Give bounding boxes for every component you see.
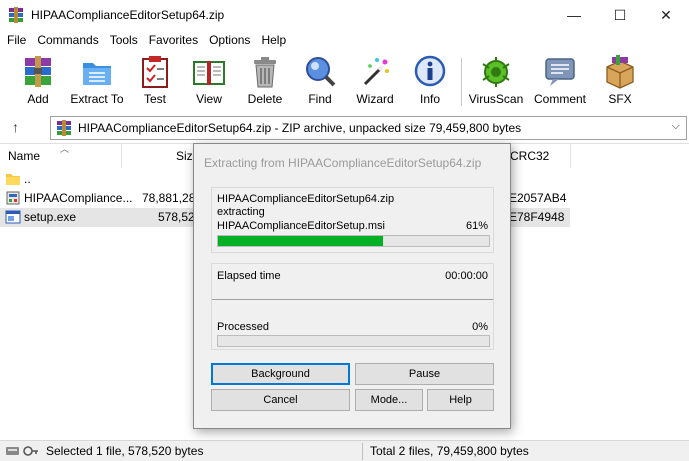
minimize-button[interactable]: — (551, 0, 597, 30)
add-button[interactable]: Add (19, 54, 57, 110)
file-percent: 61% (465, 220, 488, 232)
extraction-dialog: Extracting from HIPAAComplianceEditorSet… (193, 143, 511, 429)
maximize-button[interactable]: ☐ (597, 0, 643, 30)
status-bar: Selected 1 file, 578,520 bytes Total 2 f… (0, 440, 689, 461)
processed-label: Processed (217, 321, 269, 333)
comment-bubble-icon (545, 58, 575, 86)
delete-label: Delete (247, 92, 283, 106)
column-separator[interactable] (570, 144, 571, 168)
column-header-name[interactable]: Name (2, 144, 120, 168)
file-progress-group: HIPAAComplianceEditorSetup64.zip extract… (211, 187, 494, 253)
menu-commands[interactable]: Commands (33, 33, 102, 47)
up-folder-icon[interactable]: ↑ (12, 119, 19, 135)
menu-options[interactable]: Options (205, 33, 254, 47)
folder-up-icon (6, 174, 20, 185)
virusscan-button[interactable]: VirusScan (468, 54, 524, 110)
info-label: Info (419, 92, 440, 106)
delete-button[interactable]: Delete (246, 54, 284, 110)
checklist-icon (142, 56, 168, 88)
test-button[interactable]: Test (137, 54, 173, 110)
sfx-box-icon (606, 55, 634, 89)
virus-bug-icon (482, 57, 510, 87)
archive-icon (57, 120, 71, 136)
window-title: HIPAAComplianceEditorSetup64.zip (31, 8, 225, 22)
test-label: Test (143, 92, 166, 106)
info-icon (414, 55, 446, 87)
address-row: ↑ HIPAAComplianceEditorSetup64.zip - ZIP… (0, 113, 689, 143)
menu-bar: File Commands Tools Favorites Options He… (0, 30, 689, 50)
dialog-title: Extracting from HIPAAComplianceEditorSet… (204, 156, 482, 170)
sfx-label: SFX (608, 92, 632, 106)
stats-group: Elapsed time 00:00:00 Processed 0% (211, 263, 494, 350)
magic-wand-icon (363, 58, 389, 86)
file-progress-fill (218, 236, 384, 246)
menu-tools[interactable]: Tools (106, 33, 142, 47)
status-drive-key-icon (6, 446, 38, 456)
menu-favorites[interactable]: Favorites (145, 33, 202, 47)
minimize-icon: — (567, 7, 581, 23)
comment-label: Comment (533, 92, 586, 106)
wizard-button[interactable]: Wizard (355, 54, 395, 110)
toolbar: Add Extract To Test View Delete Find Wiz… (0, 50, 689, 112)
sfx-button[interactable]: SFX (600, 54, 640, 110)
processed-percent: 0% (472, 321, 488, 333)
stats-divider (212, 299, 493, 300)
total-progress-bar (217, 335, 490, 347)
column-name-label: Name (8, 149, 41, 163)
extract-to-button[interactable]: Extract To (70, 54, 124, 110)
extract-to-label: Extract To (70, 92, 124, 106)
archive-name: HIPAAComplianceEditorSetup64.zip (217, 193, 395, 205)
menu-file[interactable]: File (3, 33, 30, 47)
column-separator[interactable] (121, 144, 122, 168)
folder-icon (83, 63, 111, 85)
file-name: HIPAACompliance... (24, 191, 133, 205)
book-icon (193, 61, 225, 85)
installer-icon (6, 191, 20, 205)
help-button[interactable]: Help (427, 389, 494, 411)
elapsed-label: Elapsed time (217, 270, 281, 282)
status-separator (362, 443, 363, 460)
info-button[interactable]: Info (413, 54, 447, 110)
trash-icon (254, 57, 276, 88)
find-label: Find (308, 92, 332, 106)
menu-help[interactable]: Help (257, 33, 290, 47)
background-button[interactable]: Background (211, 363, 350, 385)
elapsed-value: 00:00:00 (445, 270, 488, 282)
pause-button[interactable]: Pause (355, 363, 494, 385)
add-label: Add (27, 92, 49, 106)
toolbar-separator (461, 58, 462, 106)
wizard-label: Wizard (356, 92, 394, 106)
comment-button[interactable]: Comment (533, 54, 587, 110)
magnifier-icon (306, 57, 336, 87)
column-header-crc32[interactable]: CRC32 (504, 144, 570, 168)
current-file-name: HIPAAComplianceEditorSetup.msi (217, 220, 385, 232)
cancel-button[interactable]: Cancel (211, 389, 350, 411)
exe-icon (5, 210, 21, 224)
close-icon: ✕ (660, 6, 672, 23)
title-bar: HIPAAComplianceEditorSetup64.zip — ☐ ✕ (0, 0, 689, 30)
find-button[interactable]: Find (302, 54, 338, 110)
file-progress-bar (217, 235, 490, 247)
books-archive-icon (25, 56, 51, 87)
file-name: setup.exe (24, 210, 77, 224)
file-crc: E78F4948 (509, 210, 565, 224)
mode-button[interactable]: Mode... (355, 389, 423, 411)
status-selected-text: Selected 1 file, 578,520 bytes (46, 444, 204, 458)
action-text: extracting (217, 206, 265, 218)
address-text: HIPAAComplianceEditorSetup64.zip - ZIP a… (78, 121, 522, 135)
file-crc: E2057AB4 (509, 191, 567, 205)
column-crc-label: CRC32 (510, 149, 550, 163)
address-bar[interactable]: HIPAAComplianceEditorSetup64.zip - ZIP a… (50, 116, 687, 140)
status-total-text: Total 2 files, 79,459,800 bytes (370, 444, 529, 458)
chevron-down-icon[interactable]: ⌵ (672, 120, 680, 133)
view-button[interactable]: View (189, 54, 229, 110)
winrar-app-icon (9, 7, 23, 23)
file-name: .. (24, 172, 31, 186)
maximize-icon: ☐ (613, 6, 627, 23)
close-button[interactable]: ✕ (643, 0, 689, 30)
virusscan-label: VirusScan (468, 92, 524, 106)
view-label: View (196, 92, 222, 106)
